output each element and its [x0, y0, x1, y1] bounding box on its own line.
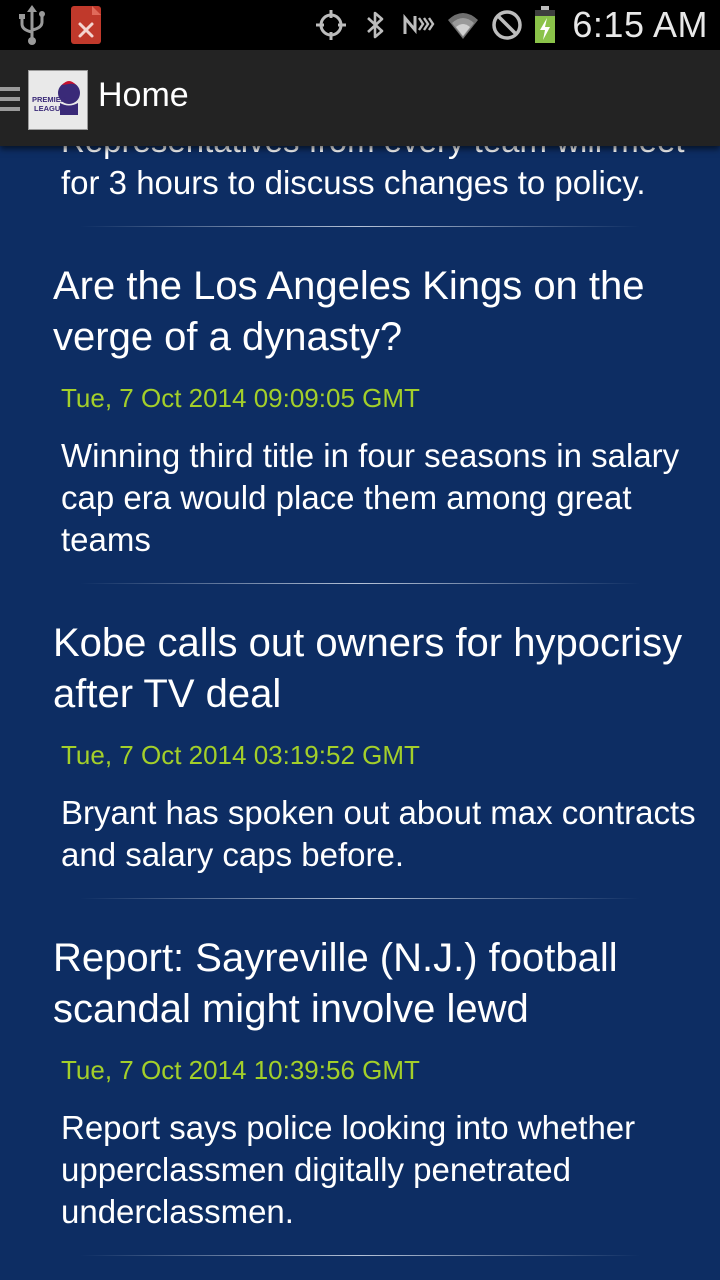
- article-title[interactable]: Report: Sayreville (N.J.) football scand…: [0, 933, 720, 1035]
- article-date: Tue, 7 Oct 2014 03:19:52 GMT: [61, 740, 420, 770]
- article-summary: Bryant has spoken out about max contract…: [61, 794, 696, 873]
- status-time: 6:15 AM: [572, 4, 708, 45]
- article-title[interactable]: Kobe calls out owners for hypocrisy afte…: [0, 618, 720, 720]
- news-item[interactable]: Representatives from every team will mee…: [0, 146, 720, 227]
- drawer-menu-icon[interactable]: [0, 84, 22, 114]
- news-item[interactable]: Report: Sayreville (N.J.) football scand…: [0, 899, 720, 1256]
- no-sign-icon: [492, 10, 523, 40]
- page-title[interactable]: Home: [98, 76, 189, 115]
- premier-league-logo[interactable]: PREMIER LEAGUE: [28, 70, 88, 130]
- usb-icon: [19, 5, 45, 45]
- divider: [80, 1255, 640, 1256]
- logo-text-line1: PREMIER: [32, 95, 67, 104]
- article-summary: Report says police looking into whether …: [61, 1109, 636, 1230]
- news-item[interactable]: Are the Los Angeles Kings on the verge o…: [0, 227, 720, 584]
- action-bar: PREMIER LEAGUE Home: [0, 50, 720, 146]
- bluetooth-icon: [367, 11, 384, 39]
- article-date: Tue, 7 Oct 2014 10:39:56 GMT: [61, 1055, 420, 1085]
- app-notification-icon: [71, 6, 101, 44]
- wifi-icon: [448, 13, 479, 39]
- logo-text-line2: LEAGUE: [34, 104, 65, 113]
- article-summary: Winning third title in four seasons in s…: [61, 437, 680, 558]
- article-summary: Representatives from every team will mee…: [61, 146, 685, 201]
- article-date: Tue, 7 Oct 2014 09:09:05 GMT: [61, 383, 420, 413]
- location-target-icon: [316, 10, 347, 40]
- battery-charging-icon: [535, 6, 556, 43]
- article-title[interactable]: Are the Los Angeles Kings on the verge o…: [0, 261, 720, 363]
- news-item[interactable]: Kobe calls out owners for hypocrisy afte…: [0, 584, 720, 899]
- nfc-icon: [403, 13, 435, 35]
- news-feed[interactable]: Representatives from every team will mee…: [0, 146, 720, 1280]
- status-bar: 6:15 AM: [0, 0, 720, 50]
